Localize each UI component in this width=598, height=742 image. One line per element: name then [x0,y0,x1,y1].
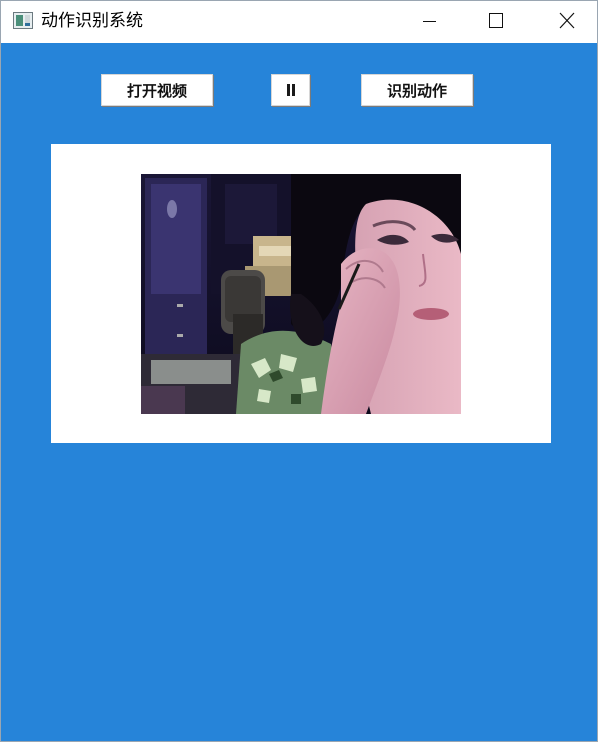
close-button[interactable] [529,1,598,43]
app-window: 动作识别系统 打开视频 识别动作 [0,0,598,742]
maximize-button[interactable] [461,1,531,43]
video-frame-image [141,174,461,414]
recognize-action-button[interactable]: 识别动作 [361,74,473,106]
app-icon [13,12,33,29]
maximize-icon [489,13,503,28]
minimize-icon [423,21,436,22]
video-panel [51,144,551,443]
close-icon [559,12,575,29]
title-bar[interactable]: 动作识别系统 [1,1,597,43]
window-title: 动作识别系统 [41,11,143,31]
pause-icon [286,84,296,96]
minimize-button[interactable] [393,1,463,43]
video-frame [141,174,461,414]
open-video-button[interactable]: 打开视频 [101,74,213,106]
pause-button[interactable] [271,74,310,106]
